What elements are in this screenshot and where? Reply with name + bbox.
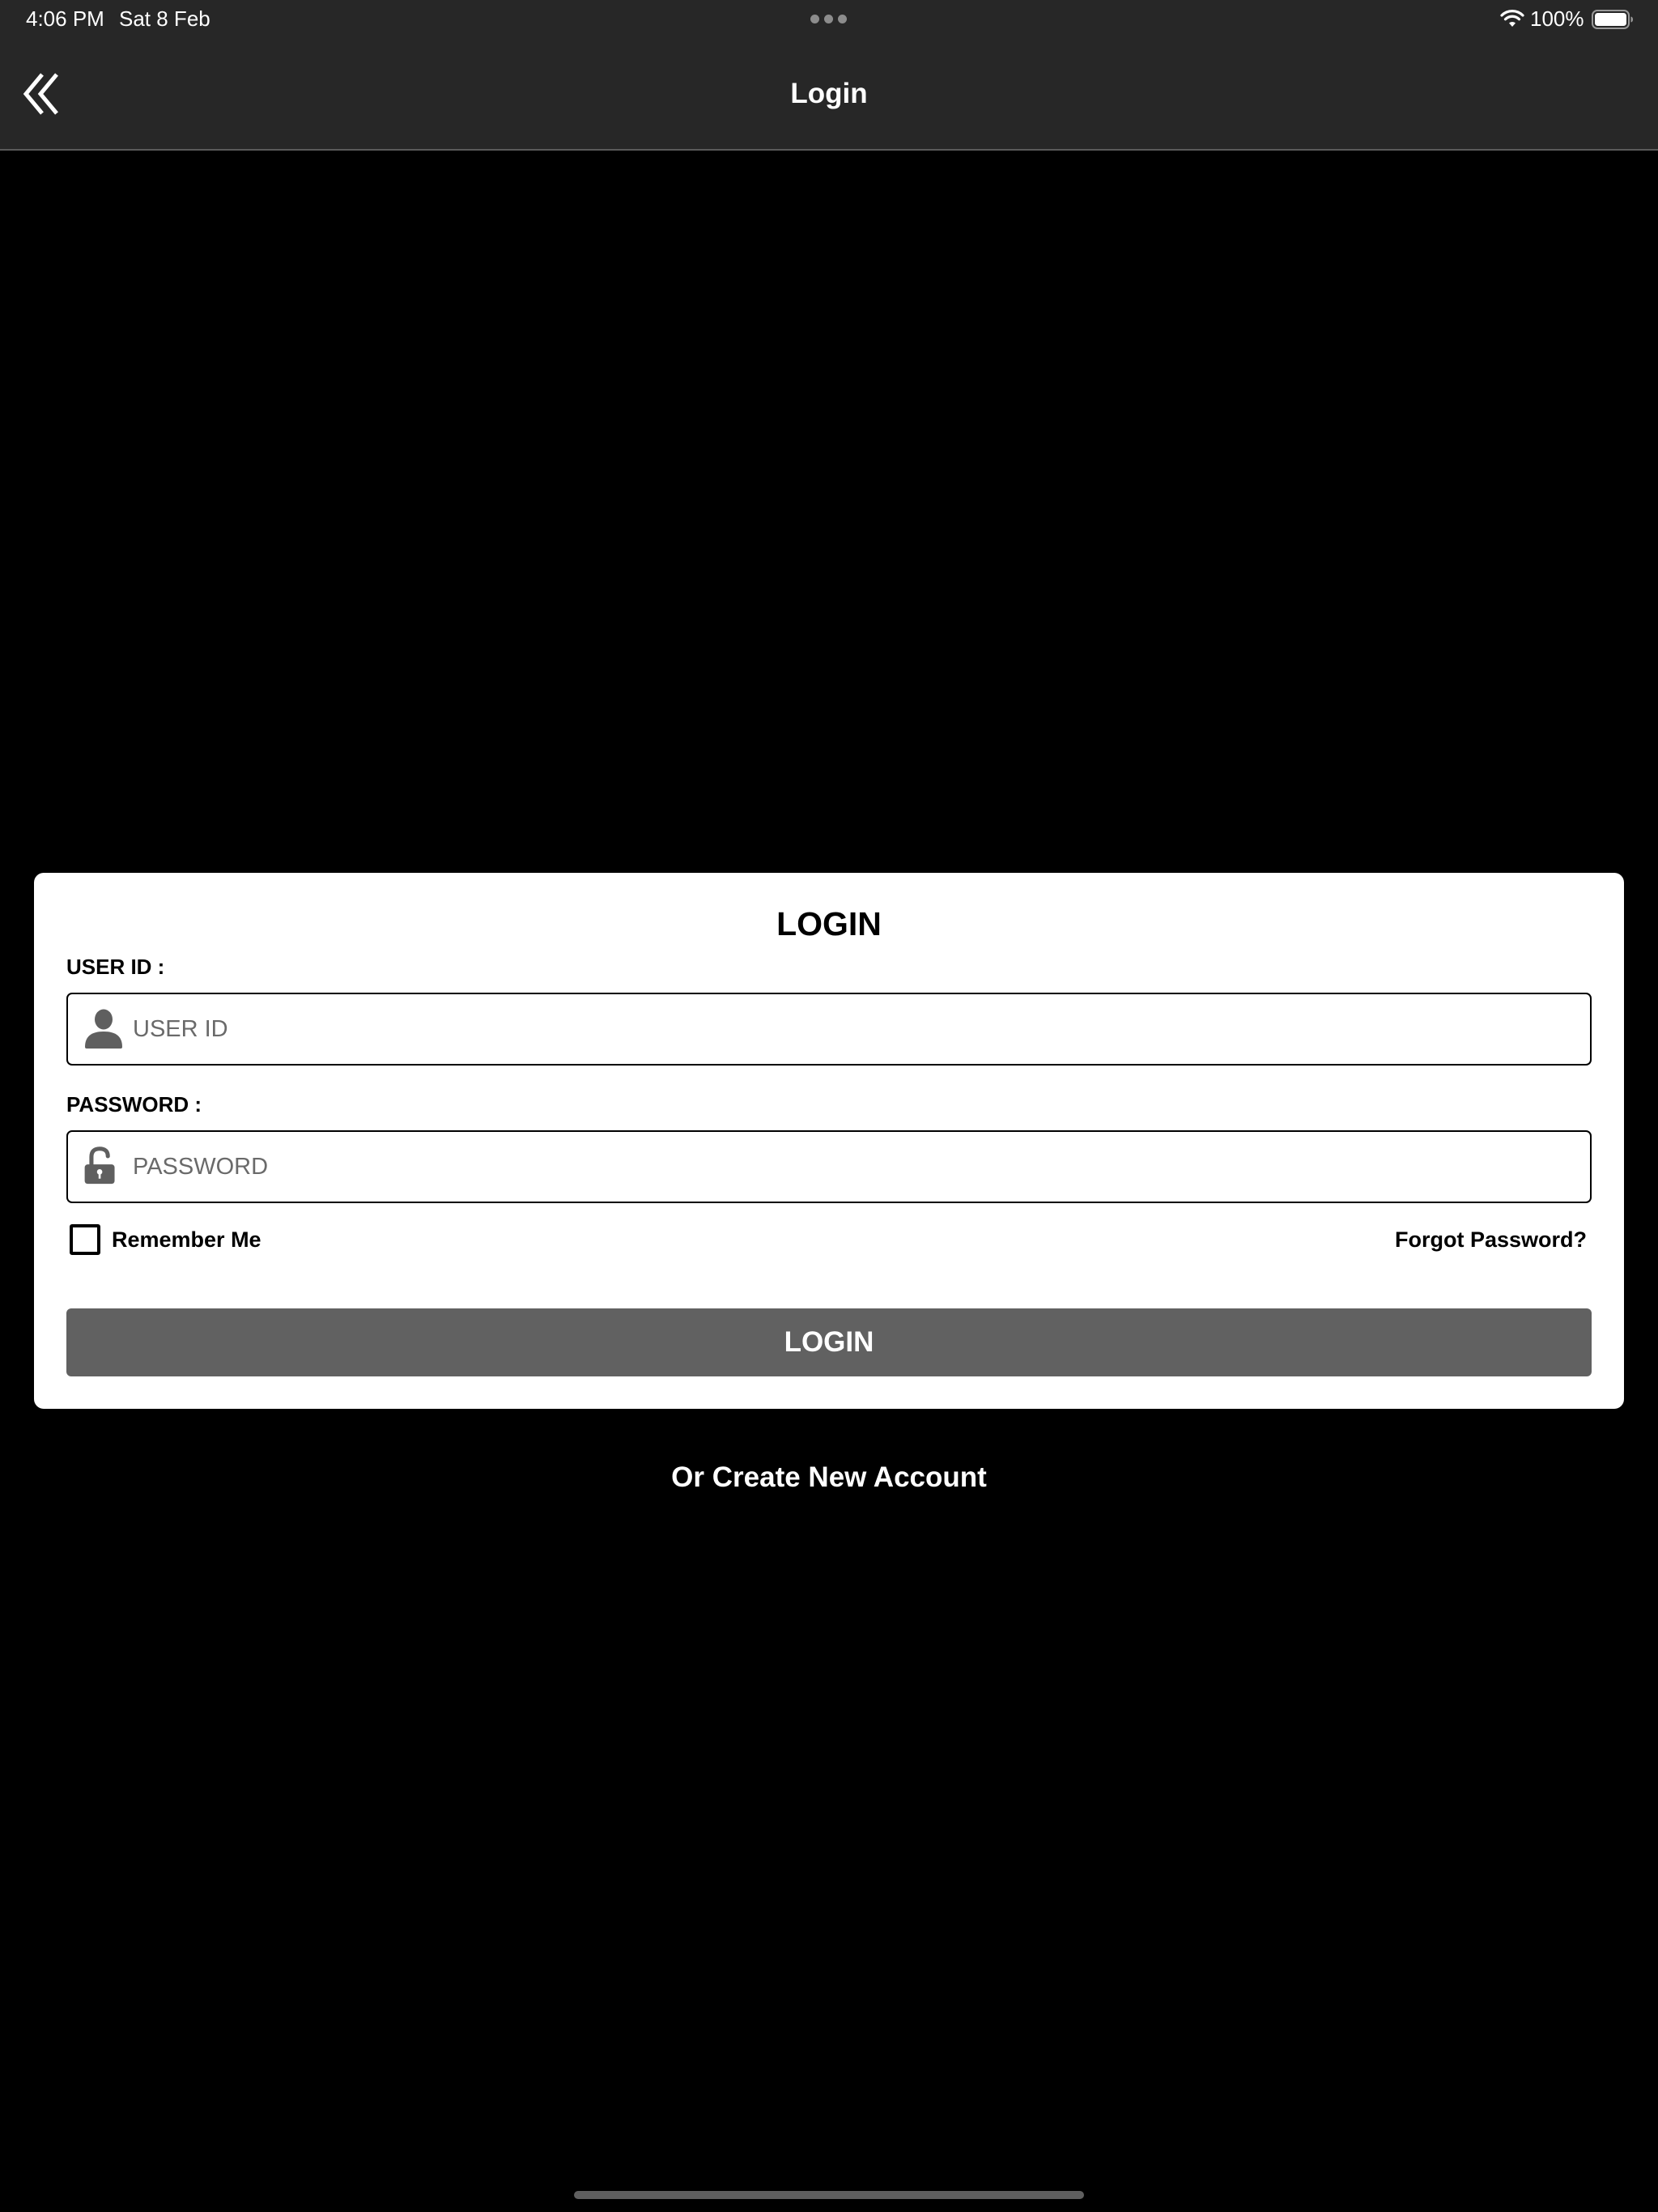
- password-field[interactable]: [66, 1130, 1592, 1203]
- status-time: 4:06 PM: [26, 6, 104, 31]
- password-label: PASSWORD :: [66, 1092, 202, 1117]
- status-date: Sat 8 Feb: [119, 6, 210, 31]
- login-card: LOGIN USER ID : PASSWORD : Remember Me F…: [34, 873, 1624, 1409]
- login-button[interactable]: LOGIN: [66, 1308, 1592, 1376]
- battery-percentage: 100%: [1530, 6, 1584, 31]
- battery-icon: [1592, 10, 1633, 29]
- user-id-label: USER ID :: [66, 955, 165, 979]
- status-bar: 4:06 PM Sat 8 Feb 100%: [0, 0, 1658, 39]
- user-id-field[interactable]: [66, 993, 1592, 1066]
- login-screen: 4:06 PM Sat 8 Feb 100% Login LOGIN USER …: [0, 0, 1658, 2212]
- nav-title: Login: [790, 78, 868, 109]
- navigation-bar: Login: [0, 39, 1658, 151]
- multitasking-dots-icon[interactable]: [810, 15, 848, 24]
- remember-me-label[interactable]: Remember Me: [112, 1226, 261, 1253]
- forgot-password-link[interactable]: Forgot Password?: [1395, 1226, 1587, 1253]
- user-id-input[interactable]: [133, 994, 1574, 1064]
- wifi-icon: [1500, 10, 1524, 27]
- home-indicator[interactable]: [574, 2191, 1084, 2199]
- card-title: LOGIN: [776, 905, 882, 942]
- password-input[interactable]: [133, 1132, 1574, 1202]
- unlocked-padlock-icon: [84, 1146, 115, 1185]
- remember-me-checkbox[interactable]: [70, 1224, 100, 1255]
- user-icon: [85, 1009, 122, 1049]
- create-account-link[interactable]: Or Create New Account: [0, 1460, 1658, 1495]
